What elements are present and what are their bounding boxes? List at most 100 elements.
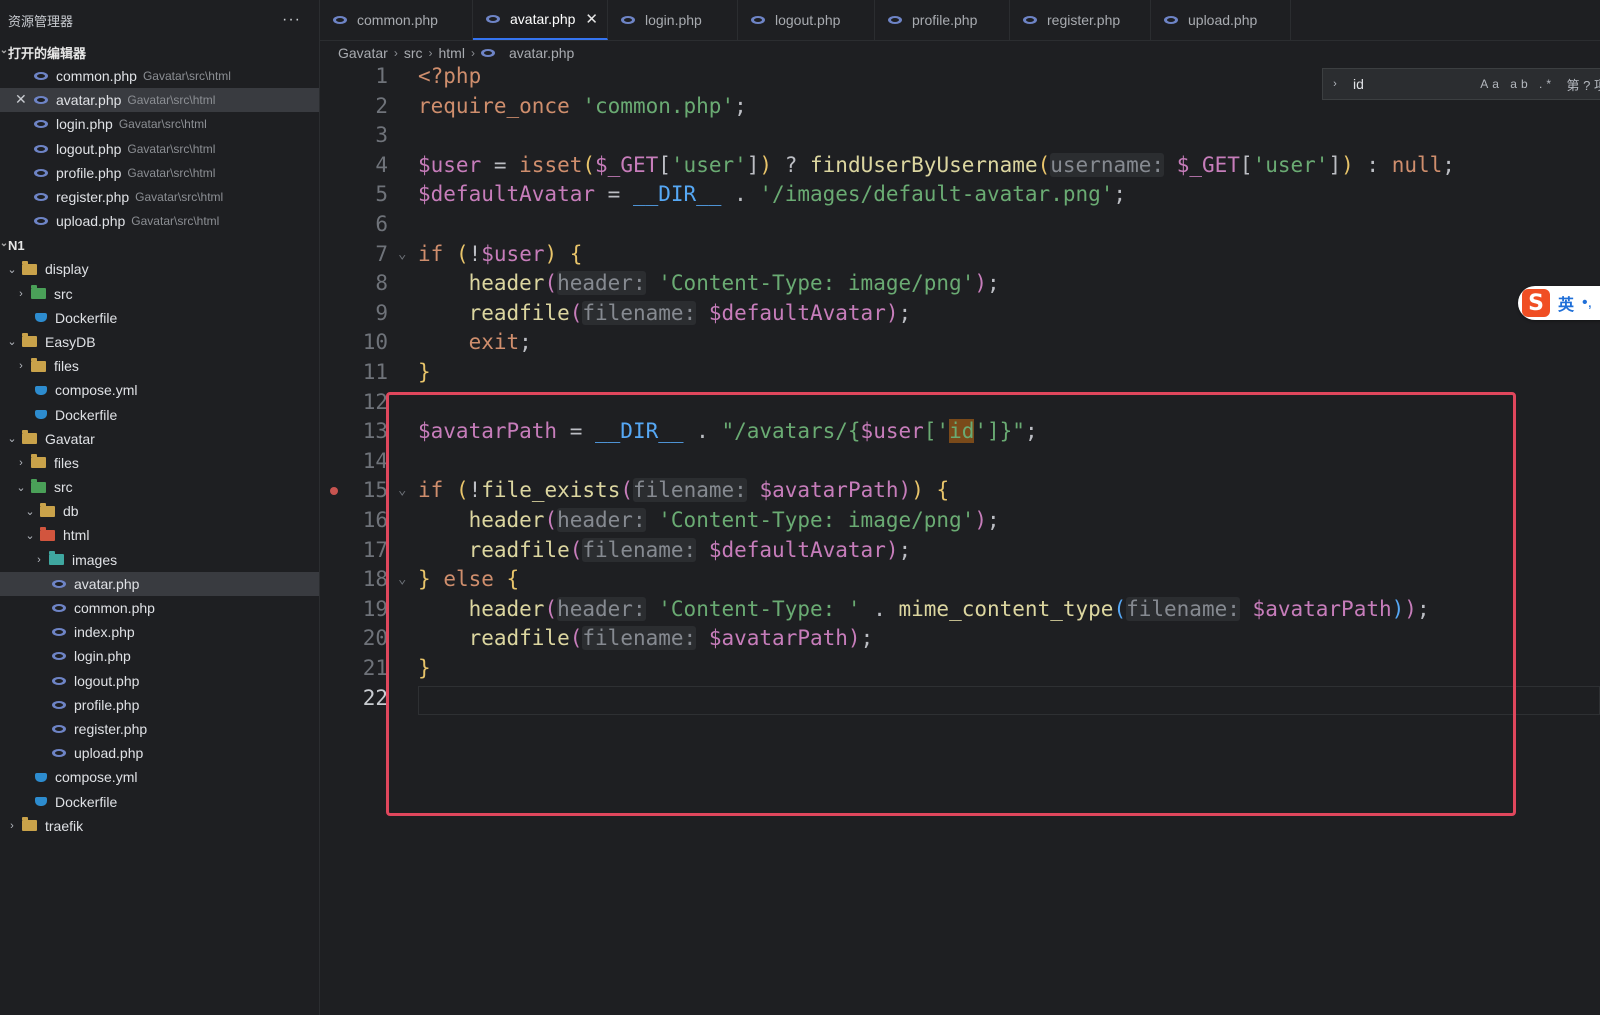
file-path: Gavatar\src\html (131, 214, 220, 229)
folder-icon (31, 454, 46, 469)
workspace-section[interactable]: ⌄ N1 (0, 233, 319, 257)
workspace-title: N1 (8, 237, 25, 253)
ime-language[interactable]: 英 (1558, 291, 1574, 315)
line-number: 9 (375, 300, 388, 325)
folder-images[interactable]: › images (0, 548, 319, 572)
code-line: 10 exit; (320, 330, 1600, 360)
php-file-icon (34, 168, 48, 177)
tab-register-php[interactable]: register.php (1010, 0, 1151, 40)
find-options[interactable]: Aa ab .* (1480, 77, 1555, 91)
php-file-icon (52, 749, 66, 758)
code-line: 3 (320, 123, 1600, 153)
file-upload-php[interactable]: upload.php (0, 741, 319, 765)
file-logout-php[interactable]: logout.php (0, 669, 319, 693)
explorer-header: 资源管理器 ··· (0, 0, 319, 40)
breadcrumb-item[interactable]: avatar.php (509, 45, 574, 61)
folder-easydb-files[interactable]: › files (0, 354, 319, 378)
punctuation-icon[interactable]: •, (1582, 294, 1592, 312)
more-actions-icon[interactable]: ··· (282, 11, 301, 29)
open-editor-item[interactable]: common.php Gavatar\src\html (0, 64, 319, 88)
open-editor-item[interactable]: register.php Gavatar\src\html (0, 185, 319, 209)
close-icon[interactable]: ✕ (585, 10, 598, 28)
folder-name: db (63, 503, 79, 520)
php-file-icon (34, 120, 48, 129)
file-name: logout.php (74, 672, 140, 689)
find-input[interactable]: id (1353, 76, 1364, 92)
file-dockerfile[interactable]: Dockerfile (0, 402, 319, 426)
php-file-icon (888, 16, 902, 24)
file-name: common.php (56, 68, 137, 85)
folder-gavatar[interactable]: ⌄ Gavatar (0, 427, 319, 451)
file-name: avatar.php (56, 92, 122, 109)
src-folder-icon (31, 285, 46, 300)
php-file-icon (52, 700, 66, 709)
line-number: 20 (362, 626, 388, 651)
breadcrumb-item[interactable]: html (438, 45, 464, 61)
open-editors-title: 打开的编辑器 (8, 45, 87, 61)
file-name: compose.yml (55, 382, 138, 399)
php-file-icon (34, 72, 48, 81)
folder-display-src[interactable]: › src (0, 282, 319, 306)
open-editor-item-active[interactable]: ✕ avatar.php Gavatar\src\html (0, 88, 319, 113)
line-number: 15 (362, 478, 388, 503)
tab-profile-php[interactable]: profile.php (875, 0, 1010, 40)
tab-login-php[interactable]: login.php (608, 0, 738, 40)
file-login-php[interactable]: login.php (0, 644, 319, 668)
images-folder-icon (49, 551, 64, 566)
tab-avatar-php[interactable]: avatar.php ✕ (473, 0, 608, 40)
php-file-icon (34, 193, 48, 202)
tab-label: login.php (645, 12, 702, 28)
tab-common-php[interactable]: common.php (320, 0, 473, 40)
line-number: 16 (362, 508, 388, 532)
folder-name: images (72, 551, 118, 568)
php-file-icon (621, 16, 635, 24)
file-path: Gavatar\src\html (135, 190, 224, 205)
breadcrumb-item[interactable]: src (404, 45, 423, 61)
file-avatar-php[interactable]: avatar.php (0, 571, 319, 596)
chevron-right-icon[interactable]: › (1329, 78, 1341, 90)
chevron-right-icon: › (10, 819, 14, 832)
open-editor-item[interactable]: profile.php Gavatar\src\html (0, 161, 319, 185)
line-number: 22 (362, 685, 388, 710)
tab-logout-php[interactable]: logout.php (738, 0, 875, 40)
file-common-php[interactable]: common.php (0, 596, 319, 620)
folder-icon (22, 817, 37, 832)
close-icon[interactable]: ✕ (15, 91, 27, 108)
chevron-down-icon: ⌄ (16, 481, 26, 494)
file-dockerfile[interactable]: Dockerfile (0, 306, 319, 330)
file-compose[interactable]: compose.yml (0, 378, 319, 402)
file-profile-php[interactable]: profile.php (0, 693, 319, 717)
folder-easydb[interactable]: ⌄ EasyDB (0, 330, 319, 354)
explorer-title: 资源管理器 (8, 13, 74, 29)
tab-label: register.php (1047, 12, 1121, 28)
folder-db[interactable]: ⌄ db (0, 499, 319, 523)
open-editors-section[interactable]: ⌄ 打开的编辑器 (0, 40, 319, 64)
folder-display[interactable]: ⌄ display (0, 257, 319, 281)
php-file-icon (52, 579, 66, 588)
file-dockerfile[interactable]: Dockerfile (0, 789, 319, 813)
ime-toolbar[interactable]: S 英 •, (1518, 286, 1600, 320)
breadcrumb-item[interactable]: Gavatar (338, 45, 388, 61)
find-widget[interactable]: › id Aa ab .* 第 ? 项 (1322, 68, 1600, 100)
tab-label: avatar.php (510, 11, 576, 27)
file-name: Dockerfile (55, 309, 118, 326)
fold-icon[interactable]: ⌄ (398, 246, 406, 262)
folder-gavatar-files[interactable]: › files (0, 451, 319, 475)
open-editor-item[interactable]: login.php Gavatar\src\html (0, 112, 319, 136)
file-name: profile.php (74, 696, 140, 713)
open-editor-item[interactable]: upload.php Gavatar\src\html (0, 209, 319, 233)
folder-name: files (54, 454, 79, 471)
explorer-sidebar: 资源管理器 ··· ⌄ 打开的编辑器 common.php Gavatar\sr… (0, 0, 320, 1015)
file-index-php[interactable]: index.php (0, 620, 319, 644)
folder-traefik[interactable]: › traefik (0, 814, 319, 838)
file-compose[interactable]: compose.yml (0, 765, 319, 789)
code-line: 6 (320, 212, 1600, 242)
tab-upload-php[interactable]: upload.php (1151, 0, 1291, 40)
docker-icon (35, 410, 47, 420)
file-register-php[interactable]: register.php (0, 717, 319, 741)
open-editor-item[interactable]: logout.php Gavatar\src\html (0, 137, 319, 161)
folder-html[interactable]: ⌄ html (0, 523, 319, 547)
file-name: common.php (74, 600, 155, 617)
chevron-right-icon: › (393, 46, 398, 60)
folder-gavatar-src[interactable]: ⌄ src (0, 475, 319, 499)
